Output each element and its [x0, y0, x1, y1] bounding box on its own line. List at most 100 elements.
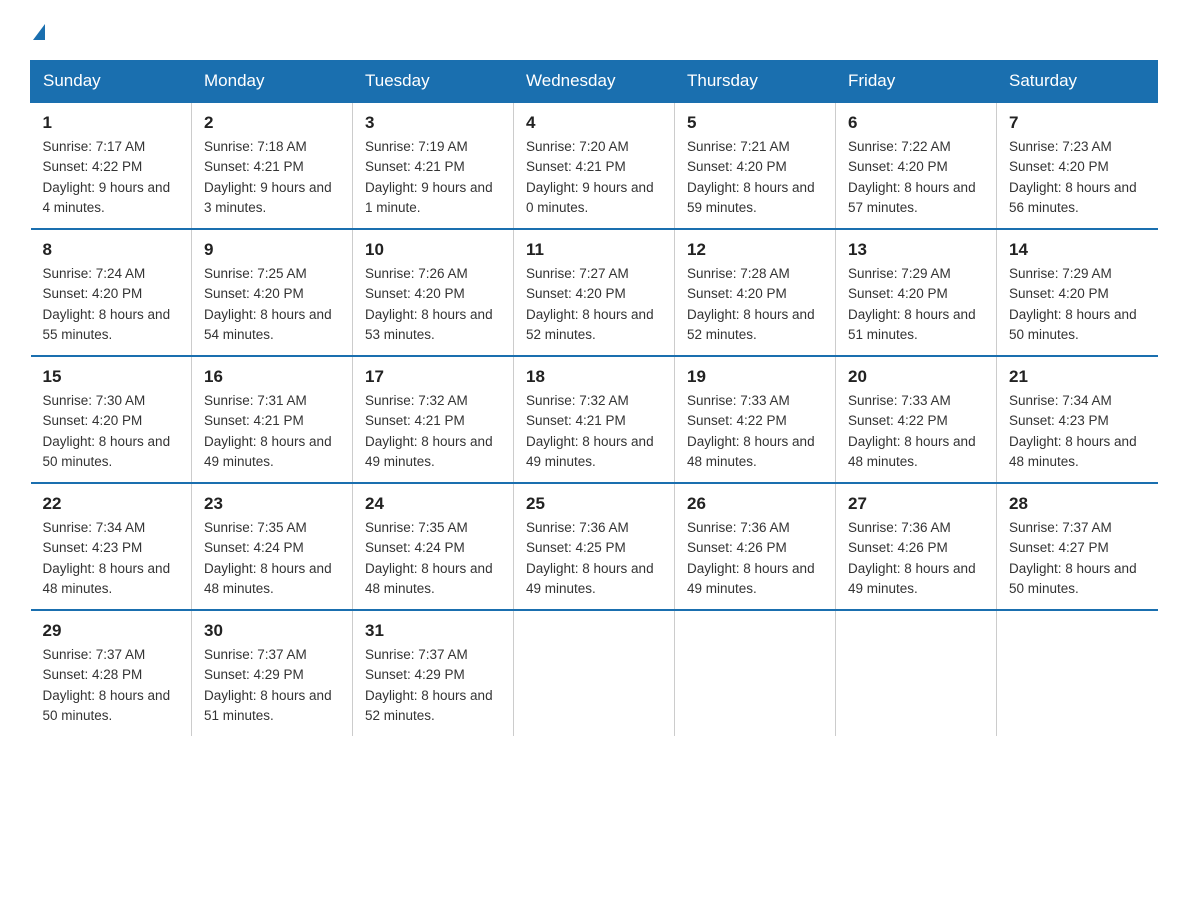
day-number: 12 — [687, 240, 823, 260]
logo-triangle-icon — [33, 24, 45, 40]
calendar-cell: 9 Sunrise: 7:25 AM Sunset: 4:20 PM Dayli… — [192, 229, 353, 356]
weekday-header-wednesday: Wednesday — [514, 61, 675, 103]
day-number: 4 — [526, 113, 662, 133]
page-header — [30, 20, 1158, 40]
day-info: Sunrise: 7:34 AM Sunset: 4:23 PM Dayligh… — [1009, 391, 1146, 472]
calendar-body: 1 Sunrise: 7:17 AM Sunset: 4:22 PM Dayli… — [31, 102, 1158, 736]
day-info: Sunrise: 7:32 AM Sunset: 4:21 PM Dayligh… — [526, 391, 662, 472]
day-number: 14 — [1009, 240, 1146, 260]
day-info: Sunrise: 7:20 AM Sunset: 4:21 PM Dayligh… — [526, 137, 662, 218]
day-number: 10 — [365, 240, 501, 260]
day-info: Sunrise: 7:24 AM Sunset: 4:20 PM Dayligh… — [43, 264, 180, 345]
calendar-cell: 30 Sunrise: 7:37 AM Sunset: 4:29 PM Dayl… — [192, 610, 353, 736]
day-info: Sunrise: 7:19 AM Sunset: 4:21 PM Dayligh… — [365, 137, 501, 218]
day-number: 24 — [365, 494, 501, 514]
weekday-header-friday: Friday — [836, 61, 997, 103]
day-info: Sunrise: 7:29 AM Sunset: 4:20 PM Dayligh… — [1009, 264, 1146, 345]
day-number: 8 — [43, 240, 180, 260]
day-info: Sunrise: 7:37 AM Sunset: 4:27 PM Dayligh… — [1009, 518, 1146, 599]
calendar-cell: 11 Sunrise: 7:27 AM Sunset: 4:20 PM Dayl… — [514, 229, 675, 356]
day-info: Sunrise: 7:31 AM Sunset: 4:21 PM Dayligh… — [204, 391, 340, 472]
day-info: Sunrise: 7:36 AM Sunset: 4:25 PM Dayligh… — [526, 518, 662, 599]
calendar-cell: 10 Sunrise: 7:26 AM Sunset: 4:20 PM Dayl… — [353, 229, 514, 356]
day-number: 3 — [365, 113, 501, 133]
calendar-header: SundayMondayTuesdayWednesdayThursdayFrid… — [31, 61, 1158, 103]
day-number: 1 — [43, 113, 180, 133]
calendar-cell: 19 Sunrise: 7:33 AM Sunset: 4:22 PM Dayl… — [675, 356, 836, 483]
calendar-cell: 23 Sunrise: 7:35 AM Sunset: 4:24 PM Dayl… — [192, 483, 353, 610]
calendar-cell: 29 Sunrise: 7:37 AM Sunset: 4:28 PM Dayl… — [31, 610, 192, 736]
day-info: Sunrise: 7:18 AM Sunset: 4:21 PM Dayligh… — [204, 137, 340, 218]
day-number: 7 — [1009, 113, 1146, 133]
day-number: 26 — [687, 494, 823, 514]
calendar-week-3: 15 Sunrise: 7:30 AM Sunset: 4:20 PM Dayl… — [31, 356, 1158, 483]
day-number: 29 — [43, 621, 180, 641]
day-number: 6 — [848, 113, 984, 133]
day-number: 30 — [204, 621, 340, 641]
calendar-week-2: 8 Sunrise: 7:24 AM Sunset: 4:20 PM Dayli… — [31, 229, 1158, 356]
day-number: 23 — [204, 494, 340, 514]
day-number: 28 — [1009, 494, 1146, 514]
day-info: Sunrise: 7:36 AM Sunset: 4:26 PM Dayligh… — [687, 518, 823, 599]
calendar-cell — [675, 610, 836, 736]
calendar-cell: 5 Sunrise: 7:21 AM Sunset: 4:20 PM Dayli… — [675, 102, 836, 229]
calendar-cell: 20 Sunrise: 7:33 AM Sunset: 4:22 PM Dayl… — [836, 356, 997, 483]
day-number: 13 — [848, 240, 984, 260]
calendar-cell — [836, 610, 997, 736]
day-info: Sunrise: 7:32 AM Sunset: 4:21 PM Dayligh… — [365, 391, 501, 472]
calendar-cell: 22 Sunrise: 7:34 AM Sunset: 4:23 PM Dayl… — [31, 483, 192, 610]
calendar-cell: 4 Sunrise: 7:20 AM Sunset: 4:21 PM Dayli… — [514, 102, 675, 229]
day-info: Sunrise: 7:37 AM Sunset: 4:28 PM Dayligh… — [43, 645, 180, 726]
weekday-header-monday: Monday — [192, 61, 353, 103]
weekday-header-row: SundayMondayTuesdayWednesdayThursdayFrid… — [31, 61, 1158, 103]
day-number: 31 — [365, 621, 501, 641]
day-number: 20 — [848, 367, 984, 387]
calendar-cell: 1 Sunrise: 7:17 AM Sunset: 4:22 PM Dayli… — [31, 102, 192, 229]
day-number: 11 — [526, 240, 662, 260]
calendar-cell: 14 Sunrise: 7:29 AM Sunset: 4:20 PM Dayl… — [997, 229, 1158, 356]
weekday-header-thursday: Thursday — [675, 61, 836, 103]
calendar-cell: 12 Sunrise: 7:28 AM Sunset: 4:20 PM Dayl… — [675, 229, 836, 356]
day-number: 5 — [687, 113, 823, 133]
day-number: 18 — [526, 367, 662, 387]
day-info: Sunrise: 7:37 AM Sunset: 4:29 PM Dayligh… — [365, 645, 501, 726]
calendar-cell: 15 Sunrise: 7:30 AM Sunset: 4:20 PM Dayl… — [31, 356, 192, 483]
calendar-week-4: 22 Sunrise: 7:34 AM Sunset: 4:23 PM Dayl… — [31, 483, 1158, 610]
day-info: Sunrise: 7:27 AM Sunset: 4:20 PM Dayligh… — [526, 264, 662, 345]
day-info: Sunrise: 7:22 AM Sunset: 4:20 PM Dayligh… — [848, 137, 984, 218]
calendar-cell: 7 Sunrise: 7:23 AM Sunset: 4:20 PM Dayli… — [997, 102, 1158, 229]
day-number: 22 — [43, 494, 180, 514]
calendar-cell: 26 Sunrise: 7:36 AM Sunset: 4:26 PM Dayl… — [675, 483, 836, 610]
calendar-cell: 21 Sunrise: 7:34 AM Sunset: 4:23 PM Dayl… — [997, 356, 1158, 483]
day-info: Sunrise: 7:35 AM Sunset: 4:24 PM Dayligh… — [365, 518, 501, 599]
day-info: Sunrise: 7:17 AM Sunset: 4:22 PM Dayligh… — [43, 137, 180, 218]
calendar-cell: 2 Sunrise: 7:18 AM Sunset: 4:21 PM Dayli… — [192, 102, 353, 229]
day-number: 17 — [365, 367, 501, 387]
day-number: 25 — [526, 494, 662, 514]
day-info: Sunrise: 7:33 AM Sunset: 4:22 PM Dayligh… — [687, 391, 823, 472]
logo — [30, 20, 45, 40]
day-number: 15 — [43, 367, 180, 387]
day-info: Sunrise: 7:30 AM Sunset: 4:20 PM Dayligh… — [43, 391, 180, 472]
calendar-table: SundayMondayTuesdayWednesdayThursdayFrid… — [30, 60, 1158, 736]
day-info: Sunrise: 7:21 AM Sunset: 4:20 PM Dayligh… — [687, 137, 823, 218]
calendar-cell: 31 Sunrise: 7:37 AM Sunset: 4:29 PM Dayl… — [353, 610, 514, 736]
day-number: 27 — [848, 494, 984, 514]
weekday-header-saturday: Saturday — [997, 61, 1158, 103]
calendar-cell — [997, 610, 1158, 736]
day-info: Sunrise: 7:37 AM Sunset: 4:29 PM Dayligh… — [204, 645, 340, 726]
day-info: Sunrise: 7:23 AM Sunset: 4:20 PM Dayligh… — [1009, 137, 1146, 218]
day-info: Sunrise: 7:26 AM Sunset: 4:20 PM Dayligh… — [365, 264, 501, 345]
calendar-cell: 25 Sunrise: 7:36 AM Sunset: 4:25 PM Dayl… — [514, 483, 675, 610]
calendar-cell: 6 Sunrise: 7:22 AM Sunset: 4:20 PM Dayli… — [836, 102, 997, 229]
calendar-cell: 3 Sunrise: 7:19 AM Sunset: 4:21 PM Dayli… — [353, 102, 514, 229]
calendar-cell: 28 Sunrise: 7:37 AM Sunset: 4:27 PM Dayl… — [997, 483, 1158, 610]
weekday-header-sunday: Sunday — [31, 61, 192, 103]
day-info: Sunrise: 7:35 AM Sunset: 4:24 PM Dayligh… — [204, 518, 340, 599]
calendar-cell: 24 Sunrise: 7:35 AM Sunset: 4:24 PM Dayl… — [353, 483, 514, 610]
weekday-header-tuesday: Tuesday — [353, 61, 514, 103]
day-number: 16 — [204, 367, 340, 387]
calendar-cell — [514, 610, 675, 736]
calendar-cell: 13 Sunrise: 7:29 AM Sunset: 4:20 PM Dayl… — [836, 229, 997, 356]
day-number: 19 — [687, 367, 823, 387]
